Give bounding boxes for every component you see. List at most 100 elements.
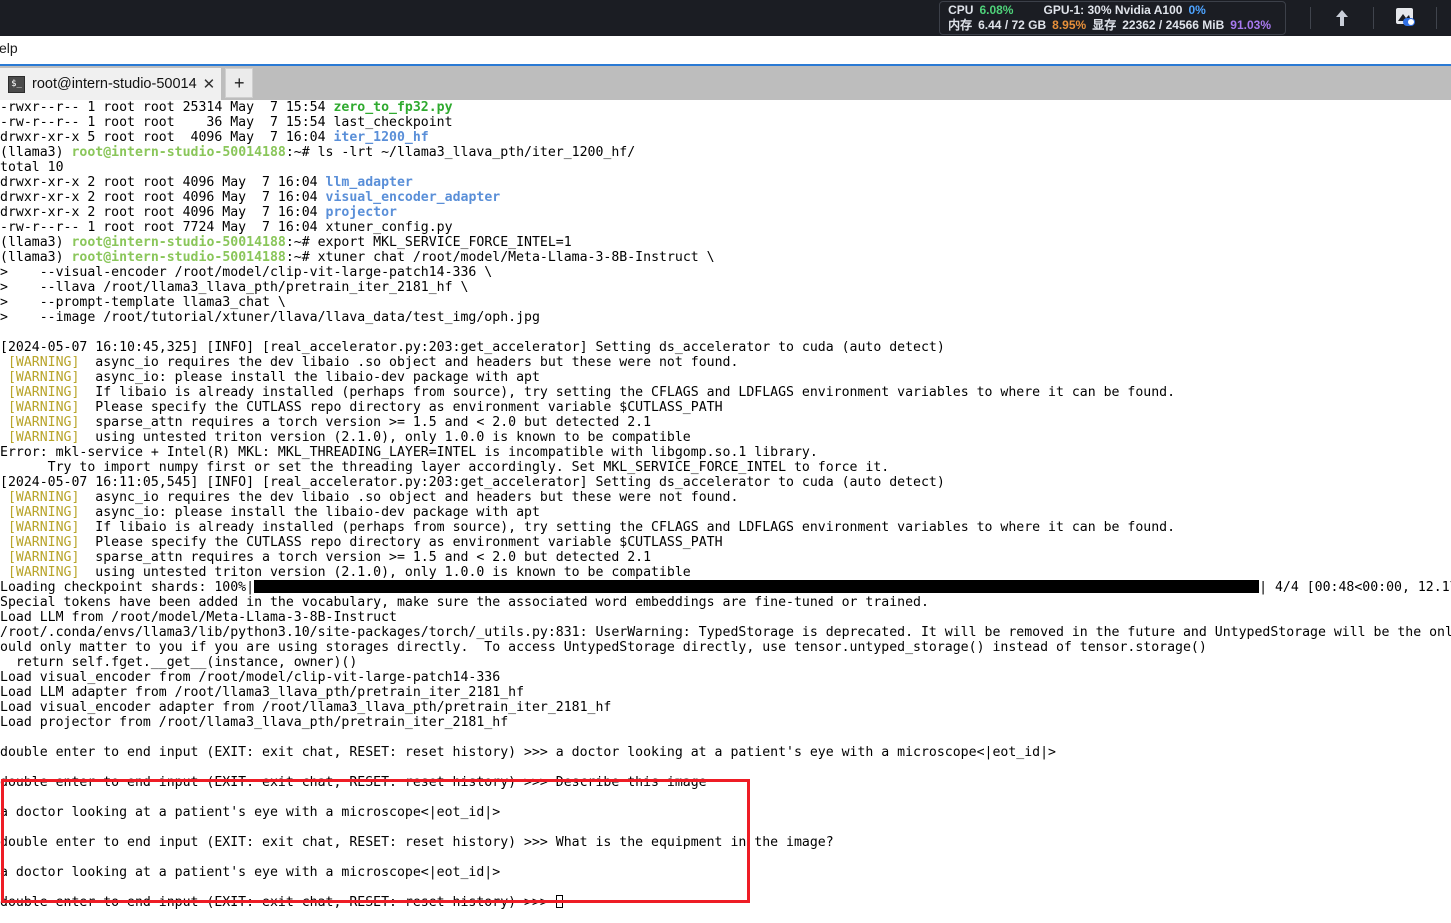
terminal-line: [WARNING] Please specify the CUTLASS rep… xyxy=(0,535,1451,550)
terminal-text: (llama3) xyxy=(0,250,72,265)
terminal-text: Error: mkl-service + Intel(R) MKL: MKL_T… xyxy=(0,445,818,460)
terminal-text: [WARNING] xyxy=(0,355,88,370)
terminal-text: async_io: please install the libaio-dev … xyxy=(87,505,540,520)
terminal-line: > --prompt-template llama3_chat \ xyxy=(0,295,1451,310)
terminal-text: ould only matter to you if you are using… xyxy=(0,640,1207,655)
terminal-text: [WARNING] xyxy=(0,385,88,400)
terminal-text: drwxr-xr-x 2 root root 4096 May 7 16:04 xyxy=(0,175,326,190)
terminal-text: [WARNING] xyxy=(0,490,88,505)
monitor-row-cpu-gpu: CPU 6.08% GPU-1: 30% Nvidia A100 0% xyxy=(948,3,1277,18)
terminal-line: ould only matter to you if you are using… xyxy=(0,640,1451,655)
terminal-text: :~# ls -lrt ~/llama3_llava_pth/iter_1200… xyxy=(285,145,636,160)
terminal-text: :~# export MKL_SERVICE_FORCE_INTEL=1 xyxy=(285,235,572,250)
terminal-line: > --image /root/tutorial/xtuner/llava/ll… xyxy=(0,310,1451,325)
terminal-text: If libaio is already installed (perhaps … xyxy=(87,520,1176,535)
terminal-line: [WARNING] Please specify the CUTLASS rep… xyxy=(0,400,1451,415)
terminal-line: [WARNING] If libaio is already installed… xyxy=(0,520,1451,535)
terminal-line: drwxr-xr-x 2 root root 4096 May 7 16:04 … xyxy=(0,205,1451,220)
terminal-line: (llama3) root@intern-studio-50014188:~# … xyxy=(0,235,1451,250)
terminal-output-area[interactable]: -rwxr--r-- 1 root root 25314 May 7 15:54… xyxy=(0,100,1451,923)
menu-item-help[interactable]: elp xyxy=(0,40,18,56)
close-icon[interactable]: ✕ xyxy=(203,77,216,92)
terminal-line: [2024-05-07 16:11:05,545] [INFO] [real_a… xyxy=(0,475,1451,490)
terminal-text: :~# xtuner chat /root/model/Meta-Llama-3… xyxy=(285,250,715,265)
terminal-line: double enter to end input (EXIT: exit ch… xyxy=(0,775,1451,790)
prompt-text: double enter to end input (EXIT: exit ch… xyxy=(0,895,556,910)
terminal-line: [WARNING] using untested triton version … xyxy=(0,430,1451,445)
terminal-text: return self.fget.__get__(instance, owner… xyxy=(0,655,358,670)
terminal-tab-title: root@intern-studio-50014 xyxy=(32,76,197,92)
terminal-line: (llama3) root@intern-studio-50014188:~# … xyxy=(0,250,1451,265)
terminal-text: sparse_attn requires a torch version >= … xyxy=(87,415,652,430)
resource-monitor-widget[interactable]: CPU 6.08% GPU-1: 30% Nvidia A100 0% 内存 6… xyxy=(939,1,1286,35)
gpu-value: 0% xyxy=(1188,3,1206,17)
terminal-text: Load visual_encoder from /root/model/cli… xyxy=(0,670,501,685)
terminal-line: double enter to end input (EXIT: exit ch… xyxy=(0,835,1451,850)
terminal-tab-bar: $_ root@intern-studio-50014 ✕ + xyxy=(0,64,1451,102)
terminal-line: Error: mkl-service + Intel(R) MKL: MKL_T… xyxy=(0,445,1451,460)
terminal-text: llm_adapter xyxy=(325,175,413,190)
memory-value: 6.44 / 72 GB xyxy=(978,18,1047,32)
text-cursor xyxy=(555,895,563,908)
terminal-line: [WARNING] async_io: please install the l… xyxy=(0,505,1451,520)
new-tab-button[interactable]: + xyxy=(225,68,254,98)
upload-arrow-icon[interactable] xyxy=(1325,4,1359,32)
terminal-text: [WARNING] xyxy=(0,520,88,535)
terminal-line: a doctor looking at a patient's eye with… xyxy=(0,865,1451,880)
progress-suffix: | 4/4 [00:48<00:00, 12.17s/it] xyxy=(1259,580,1451,595)
vram-value: 22362 / 24566 MiB xyxy=(1122,18,1225,32)
terminal-text: a doctor looking at a patient's eye with… xyxy=(0,805,501,820)
terminal-text: -rw-r--r-- 1 root root 7724 May 7 16:04 … xyxy=(0,220,453,235)
terminal-text: total 10 xyxy=(0,160,64,175)
terminal-line: total 10 xyxy=(0,160,1451,175)
topbar-icon-group xyxy=(1296,0,1451,36)
terminal-text: Load visual_encoder adapter from /root/l… xyxy=(0,700,612,715)
terminal-line: double enter to end input (EXIT: exit ch… xyxy=(0,745,1451,760)
terminal-line: a doctor looking at a patient's eye with… xyxy=(0,805,1451,820)
terminal-tab[interactable]: $_ root@intern-studio-50014 ✕ xyxy=(0,68,222,100)
terminal-input-prompt[interactable]: double enter to end input (EXIT: exit ch… xyxy=(0,895,1451,910)
terminal-text: drwxr-xr-x 2 root root 4096 May 7 16:04 xyxy=(0,190,326,205)
cpu-value: 6.08% xyxy=(979,3,1014,17)
terminal-text: > --llava /root/llama3_llava_pth/pretrai… xyxy=(0,280,469,295)
terminal-line: return self.fget.__get__(instance, owner… xyxy=(0,655,1451,670)
terminal-text: Please specify the CUTLASS repo director… xyxy=(87,400,723,415)
terminal-line: /root/.conda/envs/llama3/lib/python3.10/… xyxy=(0,625,1451,640)
console-icon: $_ xyxy=(8,75,25,93)
terminal-line: Load projector from /root/llama3_llava_p… xyxy=(0,715,1451,730)
terminal-line: [WARNING] async_io: please install the l… xyxy=(0,370,1451,385)
terminal-text: [WARNING] xyxy=(0,550,88,565)
terminal-line: > --visual-encoder /root/model/clip-vit-… xyxy=(0,265,1451,280)
terminal-line: drwxr-xr-x 2 root root 4096 May 7 16:04 … xyxy=(0,175,1451,190)
terminal-text: Load LLM adapter from /root/llama3_llava… xyxy=(0,685,525,700)
terminal-line: [2024-05-07 16:10:45,325] [INFO] [real_a… xyxy=(0,340,1451,355)
terminal-text: [WARNING] xyxy=(0,415,88,430)
terminal-text: [WARNING] xyxy=(0,535,88,550)
terminal-text: -rw-r--r-- 1 root root 36 May 7 15:54 la… xyxy=(0,115,453,130)
terminal-line: [WARNING] sparse_attn requires a torch v… xyxy=(0,415,1451,430)
terminal-text: visual_encoder_adapter xyxy=(325,190,501,205)
cpu-label: CPU xyxy=(948,3,974,17)
terminal-text: async_io requires the dev libaio .so obj… xyxy=(87,490,739,505)
terminal-text: > --visual-encoder /root/model/clip-vit-… xyxy=(0,265,493,280)
terminal-line: Load visual_encoder from /root/model/cli… xyxy=(0,670,1451,685)
progress-bar-line: Loading checkpoint shards: 100%| | 4/4 [0… xyxy=(0,580,1451,595)
terminal-text: [WARNING] xyxy=(0,430,88,445)
terminal-text: double enter to end input (EXIT: exit ch… xyxy=(0,745,1056,760)
terminal-text: root@intern-studio-50014188 xyxy=(71,235,286,250)
terminal-line: Load LLM adapter from /root/llama3_llava… xyxy=(0,685,1451,700)
terminal-text: [2024-05-07 16:10:45,325] [INFO] [real_a… xyxy=(0,340,945,355)
terminal-text: If libaio is already installed (perhaps … xyxy=(87,385,1176,400)
terminal-text: /root/.conda/envs/llama3/lib/python3.10/… xyxy=(0,625,1451,640)
progress-bar-fill xyxy=(254,580,1260,593)
memory-label: 内存 xyxy=(948,18,973,32)
vram-label: 显存 xyxy=(1092,18,1117,32)
menu-bar: elp xyxy=(0,36,1451,65)
terminal-text: Try to import numpy first or set the thr… xyxy=(0,460,890,475)
app-toggle-icon[interactable] xyxy=(1388,4,1422,32)
terminal-line: [WARNING] async_io requires the dev liba… xyxy=(0,490,1451,505)
